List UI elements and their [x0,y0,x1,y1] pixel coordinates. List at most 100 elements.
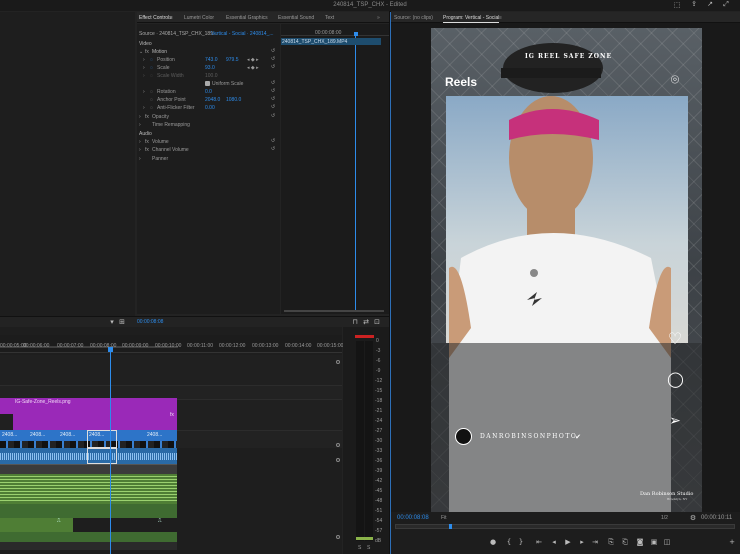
tab-program-monitor[interactable]: Program: Vertical - Social [443,15,499,21]
tab-source-monitor[interactable]: Source: (no clips) [394,15,433,21]
linked-selection-icon[interactable]: ⇄ [362,318,370,326]
ec-row-time-remapping[interactable]: › Time Remapping [137,121,280,129]
ec-clip-bar[interactable]: 240814_TSP_CHX_189.MP4 [281,38,381,45]
keyframe-nav-icon[interactable]: ◂ ◆ ▸ [247,65,259,71]
reset-icon[interactable]: ↺ [271,48,275,54]
audio-clip-icon: ⎍ [158,518,162,524]
track-scroll-handle[interactable] [336,443,340,447]
stopwatch-icon[interactable]: ◌ [150,105,153,111]
solo-button[interactable]: S [358,545,361,551]
selected-clip-outline[interactable] [87,430,117,448]
filter-icon[interactable]: ▾ [108,318,116,326]
tab-essential-graphics[interactable]: Essential Graphics [226,15,268,21]
audio-clip-music-2[interactable] [0,504,177,518]
fit-dropdown[interactable]: Fit [441,515,447,521]
track-scroll-handle[interactable] [336,360,340,364]
quick-export-icon[interactable]: ↗ [706,0,714,8]
reset-icon[interactable]: ↺ [271,64,275,70]
selected-audio-outline[interactable] [87,448,117,464]
play-icon[interactable]: ▶ [564,538,572,546]
tab-lumetri-color[interactable]: Lumetri Color [184,15,214,21]
reset-icon[interactable]: ↺ [271,96,275,102]
stopwatch-icon[interactable]: ◌ [150,65,153,71]
reset-icon[interactable]: ↺ [271,146,275,152]
share-icon[interactable]: ⬚ [673,1,681,9]
ec-row-rotation[interactable]: › ◌ Rotation 0.0 ↺ [137,88,280,96]
graphic-clip[interactable]: IG-Safe-Zone_Reels.png fx [13,398,177,430]
meter-scale: -48 [375,498,383,504]
proxy-toggle-icon[interactable]: ◫ [663,538,671,546]
reset-icon[interactable]: ↺ [271,138,275,144]
tab-menu-icon[interactable]: ≡ [170,15,173,21]
scale-value[interactable]: 93.0 [205,65,215,71]
snap-icon[interactable]: ⊓ [351,318,359,326]
share-arrow-icon: ➢ [669,413,681,429]
ec-scrollbar[interactable] [284,310,384,312]
reset-icon[interactable]: ↺ [271,104,275,110]
stopwatch-icon[interactable]: ◌ [150,89,153,95]
export-icon[interactable]: ⇪ [690,0,698,8]
tab-essential-sound[interactable]: Essential Sound [278,15,314,21]
ec-row-scale[interactable]: › ◌ Scale 93.0 ◂ ◆ ▸ ↺ [137,64,280,72]
reset-icon[interactable]: ↺ [271,80,275,86]
go-to-in-icon[interactable]: ⇤ [535,538,543,546]
step-forward-icon[interactable]: ▸ [578,538,586,546]
ec-sequence-label[interactable]: Vertical - Social · 240814_... [211,31,274,37]
program-scrub-bar[interactable] [395,524,735,529]
meter-scale: -24 [375,418,383,424]
program-timecode[interactable]: 00:00:08:08 [397,515,429,521]
ec-video-header: Video [139,41,152,47]
overwrite-icon[interactable]: ⎗ [621,538,629,546]
audio-clip-music-3[interactable] [0,518,73,532]
stopwatch-icon[interactable]: ◌ [150,97,153,103]
rotation-value[interactable]: 0.0 [205,89,212,95]
uniform-scale-checkbox[interactable] [205,81,210,86]
fullscreen-icon[interactable]: ⤢ [722,0,730,8]
mark-out-icon[interactable]: } [517,538,525,546]
position-y-value[interactable]: 979.5 [226,57,239,63]
reset-icon[interactable]: ↺ [271,113,275,119]
add-track-icon[interactable]: ⊞ [118,318,126,326]
wrench-icon[interactable]: ⚙ [689,514,697,522]
antiflicker-value[interactable]: 0.00 [205,105,215,111]
resolution-dropdown[interactable]: 1/2 [661,515,668,521]
meter-scale: -3 [376,348,381,354]
ec-row-position[interactable]: › ◌ Position 743.0 979.5 ◂ ◆ ▸ ↺ [137,56,280,64]
export-frame-icon[interactable]: ◙ [636,538,644,546]
mark-in-icon[interactable]: { [505,538,513,546]
program-playhead[interactable] [449,524,452,529]
ec-row-volume[interactable]: › fx Volume ↺ [137,138,280,146]
tab-overflow-icon[interactable]: » [377,15,380,21]
stopwatch-icon[interactable]: ◌ [150,57,153,63]
reset-icon[interactable]: ↺ [271,88,275,94]
audio-clip-music-4[interactable] [0,532,177,542]
tab-menu-icon[interactable]: ≡ [499,15,502,21]
ec-row-opacity[interactable]: › fx Opacity ↺ [137,113,280,121]
tab-text[interactable]: Text [325,15,334,21]
add-button-icon[interactable]: + [728,538,736,546]
step-back-icon[interactable]: ◂ [550,538,558,546]
timeline-settings-icon[interactable]: ⊡ [373,318,381,326]
position-x-value[interactable]: 743.0 [205,57,218,63]
ec-row-motion[interactable]: ⌄ fx Motion ↺ [137,48,280,56]
add-marker-icon[interactable]: ● [489,538,497,546]
comparison-view-icon[interactable]: ▣ [650,538,658,546]
anchor-x-value[interactable]: 2048.0 [205,97,220,103]
audio-clip-music[interactable] [0,474,177,504]
tab-effect-controls[interactable]: Effect Controls [139,15,172,21]
anchor-y-value[interactable]: 1080.0 [226,97,241,103]
insert-icon[interactable]: ⎘ [607,538,615,546]
ec-current-timecode[interactable]: 00:00:08:08 [137,319,163,325]
keyframe-nav-icon[interactable]: ◂ ◆ ▸ [247,57,259,63]
ec-row-panner[interactable]: › Panner [137,155,280,163]
solo-button[interactable]: S [367,545,370,551]
ec-row-antiflicker[interactable]: › ◌ Anti-Flicker Filter 0.00 ↺ [137,104,280,112]
ec-row-channel-volume[interactable]: › fx Channel Volume ↺ [137,146,280,154]
meter-scale: -6 [376,358,381,364]
track-scroll-handle[interactable] [336,535,340,539]
go-to-out-icon[interactable]: ⇥ [591,538,599,546]
track-scroll-handle[interactable] [336,458,340,462]
ec-row-uniform-scale[interactable]: Uniform Scale ↺ [137,80,280,88]
ec-row-anchor[interactable]: ◌ Anchor Point 2048.0 1080.0 ↺ [137,96,280,104]
reset-icon[interactable]: ↺ [271,56,275,62]
